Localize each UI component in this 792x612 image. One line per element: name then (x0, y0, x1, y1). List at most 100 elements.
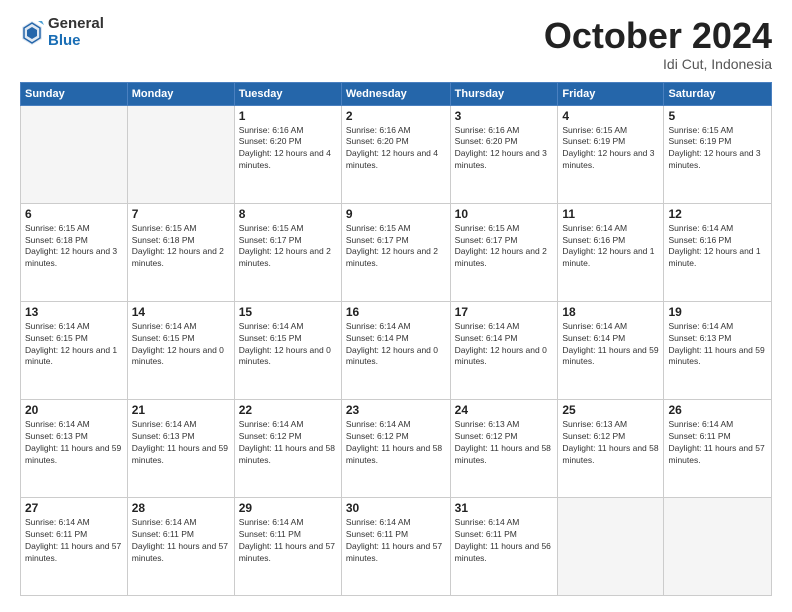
day-detail: Sunrise: 6:15 AMSunset: 6:17 PMDaylight:… (346, 223, 446, 271)
day-detail: Sunrise: 6:14 AMSunset: 6:11 PMDaylight:… (239, 517, 337, 565)
calendar-cell: 25Sunrise: 6:13 AMSunset: 6:12 PMDayligh… (558, 399, 664, 497)
day-detail: Sunrise: 6:16 AMSunset: 6:20 PMDaylight:… (455, 125, 554, 173)
calendar-week-row: 13Sunrise: 6:14 AMSunset: 6:15 PMDayligh… (21, 301, 772, 399)
day-detail: Sunrise: 6:15 AMSunset: 6:17 PMDaylight:… (455, 223, 554, 271)
day-number: 26 (668, 403, 767, 417)
day-detail: Sunrise: 6:13 AMSunset: 6:12 PMDaylight:… (455, 419, 554, 467)
day-detail: Sunrise: 6:13 AMSunset: 6:12 PMDaylight:… (562, 419, 659, 467)
day-number: 7 (132, 207, 230, 221)
calendar-cell: 17 Sunrise: 6:14 AMSunset: 6:14 PMDayligh… (450, 301, 558, 399)
logo-general: General (48, 16, 104, 33)
calendar-cell: 19 Sunrise: 6:14 AMSunset: 6:13 PMDayligh… (664, 301, 772, 399)
day-detail: Sunrise: 6:14 AMSunset: 6:11 PMDaylight:… (455, 517, 554, 565)
weekday-header: Monday (127, 82, 234, 105)
title-block: October 2024 Idi Cut, Indonesia (544, 16, 772, 72)
day-detail: Sunrise: 6:14 AMSunset: 6:12 PMDaylight:… (346, 419, 446, 467)
calendar-cell: 24 Sunrise: 6:13 AMSunset: 6:12 PMDayligh… (450, 399, 558, 497)
calendar-week-row: 6 Sunrise: 6:15 AMSunset: 6:18 PMDaylight… (21, 203, 772, 301)
calendar-cell: 18 Sunrise: 6:14 AMSunset: 6:14 PMDayligh… (558, 301, 664, 399)
weekday-header: Wednesday (341, 82, 450, 105)
weekday-header: Sunday (21, 82, 128, 105)
calendar-cell: 12 Sunrise: 6:14 AMSunset: 6:16 PMDayligh… (664, 203, 772, 301)
day-number: 28 (132, 501, 230, 515)
day-detail: Sunrise: 6:14 AMSunset: 6:11 PMDaylight:… (668, 419, 767, 467)
day-number: 15 (239, 305, 337, 319)
day-number: 6 (25, 207, 123, 221)
day-number: 9 (346, 207, 446, 221)
day-detail: Sunrise: 6:14 AMSunset: 6:11 PMDaylight:… (346, 517, 446, 565)
day-number: 27 (25, 501, 123, 515)
day-number: 12 (668, 207, 767, 221)
calendar-week-row: 27 Sunrise: 6:14 AMSunset: 6:11 PMDayligh… (21, 497, 772, 595)
calendar-cell (21, 105, 128, 203)
day-number: 10 (455, 207, 554, 221)
day-number: 20 (25, 403, 123, 417)
month-title: October 2024 (544, 16, 772, 56)
day-number: 16 (346, 305, 446, 319)
day-detail: Sunrise: 6:15 AMSunset: 6:18 PMDaylight:… (132, 223, 230, 271)
calendar-cell: 9 Sunrise: 6:15 AMSunset: 6:17 PMDaylight… (341, 203, 450, 301)
day-number: 31 (455, 501, 554, 515)
day-detail: Sunrise: 6:14 AMSunset: 6:14 PMDaylight:… (346, 321, 446, 369)
calendar-cell: 3 Sunrise: 6:16 AMSunset: 6:20 PMDaylight… (450, 105, 558, 203)
day-number: 17 (455, 305, 554, 319)
day-detail: Sunrise: 6:15 AMSunset: 6:19 PMDaylight:… (668, 125, 767, 173)
calendar: SundayMondayTuesdayWednesdayThursdayFrid… (20, 82, 772, 596)
calendar-cell: 4Sunrise: 6:15 AMSunset: 6:19 PMDaylight… (558, 105, 664, 203)
day-detail: Sunrise: 6:15 AMSunset: 6:18 PMDaylight:… (25, 223, 123, 271)
weekday-header: Thursday (450, 82, 558, 105)
day-detail: Sunrise: 6:14 AMSunset: 6:13 PMDaylight:… (668, 321, 767, 369)
calendar-cell: 11 Sunrise: 6:14 AMSunset: 6:16 PMDayligh… (558, 203, 664, 301)
day-detail: Sunrise: 6:16 AMSunset: 6:20 PMDaylight:… (346, 125, 446, 173)
day-detail: Sunrise: 6:15 AMSunset: 6:19 PMDaylight:… (562, 125, 659, 173)
header: General Blue October 2024 Idi Cut, Indon… (20, 16, 772, 72)
day-detail: Sunrise: 6:14 AMSunset: 6:16 PMDaylight:… (562, 223, 659, 271)
calendar-cell: 22 Sunrise: 6:14 AMSunset: 6:12 PMDayligh… (234, 399, 341, 497)
day-detail: Sunrise: 6:15 AMSunset: 6:17 PMDaylight:… (239, 223, 337, 271)
day-number: 21 (132, 403, 230, 417)
calendar-cell: 1 Sunrise: 6:16 AMSunset: 6:20 PMDaylight… (234, 105, 341, 203)
day-detail: Sunrise: 6:14 AMSunset: 6:14 PMDaylight:… (562, 321, 659, 369)
page: General Blue October 2024 Idi Cut, Indon… (0, 0, 792, 612)
day-number: 2 (346, 109, 446, 123)
logo-text: General Blue (48, 16, 104, 49)
day-number: 14 (132, 305, 230, 319)
day-detail: Sunrise: 6:14 AMSunset: 6:11 PMDaylight:… (132, 517, 230, 565)
day-number: 22 (239, 403, 337, 417)
calendar-cell: 15Sunrise: 6:14 AMSunset: 6:15 PMDayligh… (234, 301, 341, 399)
calendar-cell: 29Sunrise: 6:14 AMSunset: 6:11 PMDayligh… (234, 497, 341, 595)
calendar-cell: 26 Sunrise: 6:14 AMSunset: 6:11 PMDayligh… (664, 399, 772, 497)
weekday-header-row: SundayMondayTuesdayWednesdayThursdayFrid… (21, 82, 772, 105)
day-number: 19 (668, 305, 767, 319)
logo-icon (20, 19, 44, 47)
calendar-cell: 7 Sunrise: 6:15 AMSunset: 6:18 PMDaylight… (127, 203, 234, 301)
day-number: 11 (562, 207, 659, 221)
day-detail: Sunrise: 6:14 AMSunset: 6:13 PMDaylight:… (25, 419, 123, 467)
calendar-cell (127, 105, 234, 203)
day-number: 24 (455, 403, 554, 417)
calendar-cell: 10 Sunrise: 6:15 AMSunset: 6:17 PMDayligh… (450, 203, 558, 301)
location-subtitle: Idi Cut, Indonesia (544, 56, 772, 72)
day-detail: Sunrise: 6:14 AMSunset: 6:14 PMDaylight:… (455, 321, 554, 369)
calendar-week-row: 20 Sunrise: 6:14 AMSunset: 6:13 PMDayligh… (21, 399, 772, 497)
calendar-cell (558, 497, 664, 595)
day-detail: Sunrise: 6:14 AMSunset: 6:16 PMDaylight:… (668, 223, 767, 271)
weekday-header: Tuesday (234, 82, 341, 105)
day-number: 1 (239, 109, 337, 123)
logo-blue: Blue (48, 33, 104, 50)
day-number: 3 (455, 109, 554, 123)
day-detail: Sunrise: 6:14 AMSunset: 6:15 PMDaylight:… (25, 321, 123, 369)
day-number: 18 (562, 305, 659, 319)
calendar-cell (664, 497, 772, 595)
calendar-cell: 14Sunrise: 6:14 AMSunset: 6:15 PMDayligh… (127, 301, 234, 399)
calendar-cell: 20 Sunrise: 6:14 AMSunset: 6:13 PMDayligh… (21, 399, 128, 497)
day-detail: Sunrise: 6:14 AMSunset: 6:12 PMDaylight:… (239, 419, 337, 467)
day-detail: Sunrise: 6:16 AMSunset: 6:20 PMDaylight:… (239, 125, 337, 173)
weekday-header: Friday (558, 82, 664, 105)
day-number: 5 (668, 109, 767, 123)
calendar-cell: 16 Sunrise: 6:14 AMSunset: 6:14 PMDayligh… (341, 301, 450, 399)
day-number: 30 (346, 501, 446, 515)
calendar-cell: 8Sunrise: 6:15 AMSunset: 6:17 PMDaylight… (234, 203, 341, 301)
day-detail: Sunrise: 6:14 AMSunset: 6:13 PMDaylight:… (132, 419, 230, 467)
calendar-cell: 6 Sunrise: 6:15 AMSunset: 6:18 PMDaylight… (21, 203, 128, 301)
